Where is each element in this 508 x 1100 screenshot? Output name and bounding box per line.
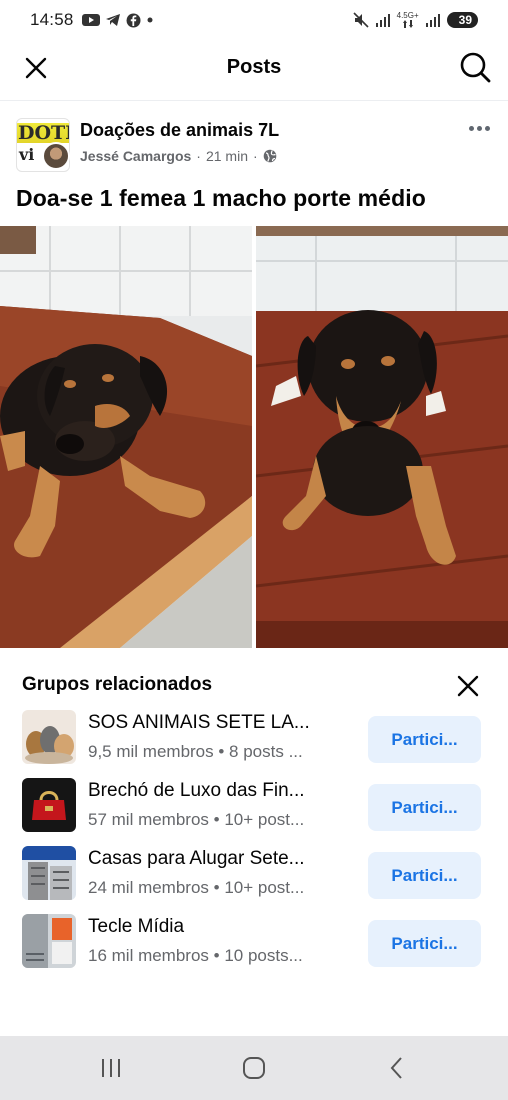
more-dot-icon — [468, 125, 474, 131]
home-icon — [242, 1057, 265, 1079]
mute-icon — [353, 12, 369, 28]
puppy-photo-right[interactable] — [256, 226, 508, 648]
group-name[interactable]: Casas para Alugar Sete... — [88, 848, 305, 870]
battery-level: 39 — [458, 13, 472, 27]
search-button[interactable] — [458, 50, 492, 84]
join-button[interactable]: Partici... — [368, 920, 481, 967]
data-arrows-icon: 4.5G+ — [397, 12, 419, 28]
join-button[interactable]: Partici... — [368, 716, 481, 763]
telegram-icon — [105, 13, 121, 27]
signal-icon-2 — [425, 13, 441, 27]
puppy-photo-left[interactable] — [0, 226, 252, 648]
system-navigation-bar — [0, 1036, 508, 1100]
list-item[interactable]: SOS ANIMAIS SETE LA... 9,5 mil membros •… — [0, 702, 508, 766]
signal-icon — [375, 13, 391, 27]
related-groups-panel: Grupos relacionados SOS ANIMAIS SETE LA.… — [0, 650, 508, 1036]
post-text: Doa-se 1 femea 1 macho porte médio — [16, 185, 426, 211]
recents-icon — [102, 1059, 121, 1077]
author-avatar[interactable] — [42, 142, 70, 170]
post-time[interactable]: 21 min — [206, 148, 248, 164]
join-button[interactable]: Partici... — [368, 784, 481, 831]
more-dot-icon — [476, 125, 482, 131]
group-logo-text-2: vi — [19, 145, 35, 164]
back-icon — [390, 1057, 402, 1079]
group-thumbnail-casas-alugar[interactable] — [22, 846, 76, 900]
list-item[interactable]: Brechó de Luxo das Fin... 57 mil membros… — [0, 770, 508, 834]
list-item[interactable]: Tecle Mídia 16 mil membros • 10 posts...… — [0, 906, 508, 970]
post-author[interactable]: Jessé Camargos — [80, 148, 191, 164]
home-button[interactable] — [224, 1048, 284, 1088]
network-type-label: 4.5G+ — [396, 11, 419, 20]
post-more-button[interactable] — [464, 118, 494, 138]
post-group-name[interactable]: Doações de animais 7L — [80, 120, 279, 141]
group-name[interactable]: Tecle Mídia — [88, 916, 184, 938]
join-button[interactable]: Partici... — [368, 852, 481, 899]
group-meta: 24 mil membros • 10+ post... — [88, 878, 305, 897]
facebook-icon — [126, 13, 141, 28]
related-close-button[interactable] — [454, 672, 482, 700]
group-thumbnail-brecho[interactable] — [22, 778, 76, 832]
group-meta: 57 mil membros • 10+ post... — [88, 810, 305, 829]
globe-icon — [263, 149, 276, 163]
top-app-bar: Posts — [0, 40, 508, 94]
group-logo-text: DOTI — [17, 122, 70, 144]
close-icon — [457, 675, 479, 697]
related-groups-title: Grupos relacionados — [22, 674, 213, 695]
back-button[interactable] — [367, 1048, 427, 1088]
status-time: 14:58 — [30, 10, 74, 29]
list-item[interactable]: Casas para Alugar Sete... 24 mil membros… — [0, 838, 508, 902]
youtube-icon — [81, 13, 100, 27]
group-name[interactable]: Brechó de Luxo das Fin... — [88, 780, 305, 802]
dot-icon — [146, 16, 154, 24]
page-title: Posts — [226, 55, 282, 78]
group-meta: 16 mil membros • 10 posts... — [88, 946, 303, 965]
group-thumbnail-tecle-midia[interactable] — [22, 914, 76, 968]
group-thumbnail-sos-animais[interactable] — [22, 710, 76, 764]
header-divider — [0, 100, 508, 101]
group-name[interactable]: SOS ANIMAIS SETE LA... — [88, 712, 310, 734]
status-bar: 14:58 4.5G+ 39 — [0, 0, 508, 40]
close-icon — [25, 57, 47, 79]
battery-icon: 39 — [446, 12, 478, 28]
group-meta: 9,5 mil membros • 8 posts ... — [88, 742, 303, 761]
post-meta: Jessé Camargos · 21 min · — [80, 148, 277, 164]
meta-separator: · — [196, 148, 201, 164]
recents-button[interactable] — [81, 1048, 141, 1088]
search-icon — [460, 52, 491, 83]
close-button[interactable] — [20, 52, 52, 84]
meta-separator-2: · — [253, 148, 258, 164]
more-dot-icon — [484, 125, 490, 131]
